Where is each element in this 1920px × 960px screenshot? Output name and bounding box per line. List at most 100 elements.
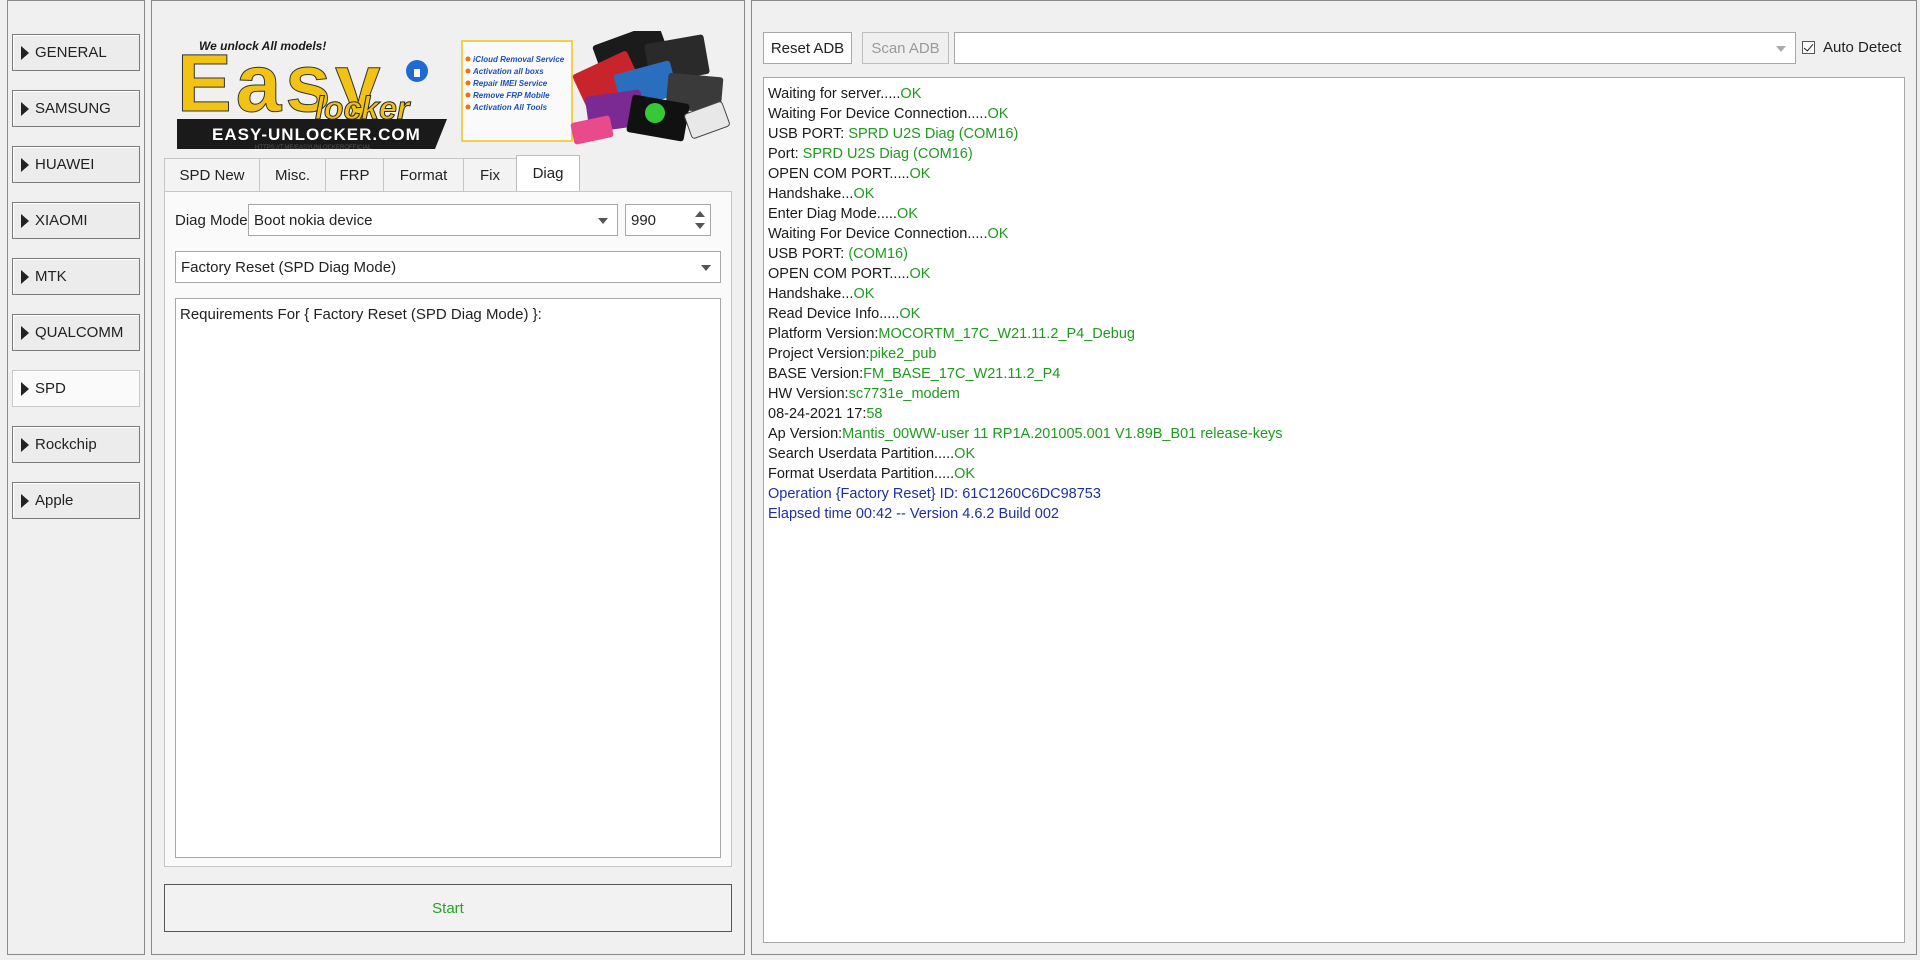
sidebar: GENERAL SAMSUNG HUAWEI XIAOMI MTK QUALCO… [7,0,145,955]
sidebar-item-qualcomm[interactable]: QUALCOMM [12,314,140,351]
auto-detect-checkbox[interactable]: Auto Detect [1802,39,1901,56]
sidebar-item-xiaomi[interactable]: XIAOMI [12,202,140,239]
diag-mode-label: Diag Mode [175,212,248,229]
tab-misc[interactable]: Misc. [259,158,326,191]
requirements-textarea[interactable]: Requirements For { Factory Reset (SPD Di… [175,298,721,858]
log-line: Handshake...OK [768,284,1900,304]
log-text: OPEN COM PORT..... [768,166,910,182]
log-line: HW Version:sc7731e_modem [768,384,1900,404]
caret-right-icon [21,157,29,172]
log-text: BASE Version: [768,366,864,382]
log-line: Waiting for server.....OK [768,84,1900,104]
log-status: SPRD U2S Diag (COM16) [848,126,1019,142]
scan-adb-button[interactable]: Scan ADB [862,32,949,64]
log-text: Port: [768,146,803,162]
diag-tab-content: Diag Mode Boot nokia device 990 Factory … [164,191,732,867]
log-line: Ap Version:Mantis_00WW-user 11 RP1A.2010… [768,424,1900,444]
tab-frp[interactable]: FRP [325,158,384,191]
log-status: 58 [866,406,883,422]
log-text: Handshake... [768,286,854,302]
log-text: USB PORT: [768,126,849,142]
tab-diag[interactable]: Diag [516,155,580,191]
diag-mode-select[interactable]: Boot nokia device [248,204,618,236]
log-line: Platform Version:MOCORTM_17C_W21.11.2_P4… [768,324,1900,344]
start-button[interactable]: Start [164,884,732,932]
log-info-text: Operation {Factory Reset} ID: 61C1260C6D… [768,486,1101,502]
sidebar-item-general[interactable]: GENERAL [12,34,140,71]
checkbox-checked-icon[interactable] [1802,41,1815,54]
caret-right-icon [21,437,29,452]
reset-adb-button[interactable]: Reset ADB [763,32,852,64]
log-text: Ap Version: [768,426,843,442]
log-line: Port: SPRD U2S Diag (COM16) [768,144,1900,164]
log-status: MOCORTM_17C_W21.11.2_P4_Debug [878,326,1135,342]
diag-spin-value: 990 [631,211,657,229]
sidebar-item-apple[interactable]: Apple [12,482,140,519]
spin-up-icon[interactable] [695,211,705,217]
log-status: Mantis_00WW-user 11 RP1A.201005.001 V1.8… [842,426,1283,442]
log-text: Waiting For Device Connection..... [768,226,988,242]
chevron-down-icon [598,218,608,224]
sidebar-item-label: QUALCOMM [35,324,124,341]
sidebar-item-label: SPD [35,380,66,397]
tool-cards-image [570,31,730,145]
log-status: OK [909,266,931,282]
caret-right-icon [21,45,29,60]
port-select[interactable] [954,32,1796,64]
banner-service: Repair IMEI Service [473,79,548,88]
log-line: Read Device Info.....OK [768,304,1900,324]
log-text: Waiting for server..... [768,86,901,102]
tab-bar: SPD New Misc. FRP Format Fix Diag [164,155,580,192]
caret-right-icon [21,213,29,228]
log-status: OK [987,226,1009,242]
log-status: SPRD U2S Diag (COM16) [802,146,973,162]
sidebar-item-rockchip[interactable]: Rockchip [12,426,140,463]
log-status: OK [896,206,918,222]
log-status: OK [954,466,976,482]
log-line: Elapsed time 00:42 -- Version 4.6.2 Buil… [768,504,1900,524]
sidebar-item-samsung[interactable]: SAMSUNG [12,90,140,127]
log-text: USB PORT: [768,246,849,262]
log-text: Enter Diag Mode..... [768,206,897,222]
diag-mode-value: Boot nokia device [254,211,373,229]
sidebar-item-label: SAMSUNG [35,100,111,117]
log-status: FM_BASE_17C_W21.11.2_P4 [863,366,1061,382]
log-status: OK [853,286,875,302]
diag-spin-input[interactable]: 990 [625,204,711,236]
tab-format[interactable]: Format [383,158,464,191]
operation-select[interactable]: Factory Reset (SPD Diag Mode) [175,251,721,283]
easy-unlocker-banner: We unlock All models! Easy locker EASY-U… [177,31,730,151]
tab-fix[interactable]: Fix [463,158,517,191]
log-line: USB PORT: (COM16) [768,244,1900,264]
log-line: Search Userdata Partition.....OK [768,444,1900,464]
operations-panel: We unlock All models! Easy locker EASY-U… [151,0,745,955]
log-line: Handshake...OK [768,184,1900,204]
sidebar-item-spd[interactable]: SPD [12,370,140,407]
tab-spd-new[interactable]: SPD New [164,158,260,191]
caret-right-icon [21,101,29,116]
banner-service: Remove FRP Mobile [473,91,550,100]
log-text: 08-24-2021 17: [768,406,867,422]
spin-down-icon[interactable] [695,223,705,229]
sidebar-item-huawei[interactable]: HUAWEI [12,146,140,183]
log-text: Project Version: [768,346,870,362]
log-text: Platform Version: [768,326,879,342]
log-line: BASE Version:FM_BASE_17C_W21.11.2_P4 [768,364,1900,384]
requirements-text: Requirements For { Factory Reset (SPD Di… [180,306,542,323]
banner-service: iCloud Removal Service [473,55,565,64]
log-status: OK [909,166,931,182]
caret-right-icon [21,269,29,284]
sidebar-item-label: HUAWEI [35,156,95,173]
log-text: Waiting For Device Connection..... [768,106,988,122]
chevron-down-icon [701,265,711,271]
sidebar-item-label: GENERAL [35,44,107,61]
log-line: Project Version:pike2_pub [768,344,1900,364]
sidebar-item-label: XIAOMI [35,212,88,229]
log-text: Read Device Info..... [768,306,900,322]
log-info-text: Elapsed time 00:42 -- Version 4.6.2 Buil… [768,506,1059,522]
sidebar-item-mtk[interactable]: MTK [12,258,140,295]
banner-website: EASY-UNLOCKER.COM [212,125,421,144]
log-line: 08-24-2021 17:58 [768,404,1900,424]
log-line: Waiting For Device Connection.....OK [768,224,1900,244]
log-output[interactable]: Waiting for server.....OK Waiting For Dev… [763,77,1905,943]
